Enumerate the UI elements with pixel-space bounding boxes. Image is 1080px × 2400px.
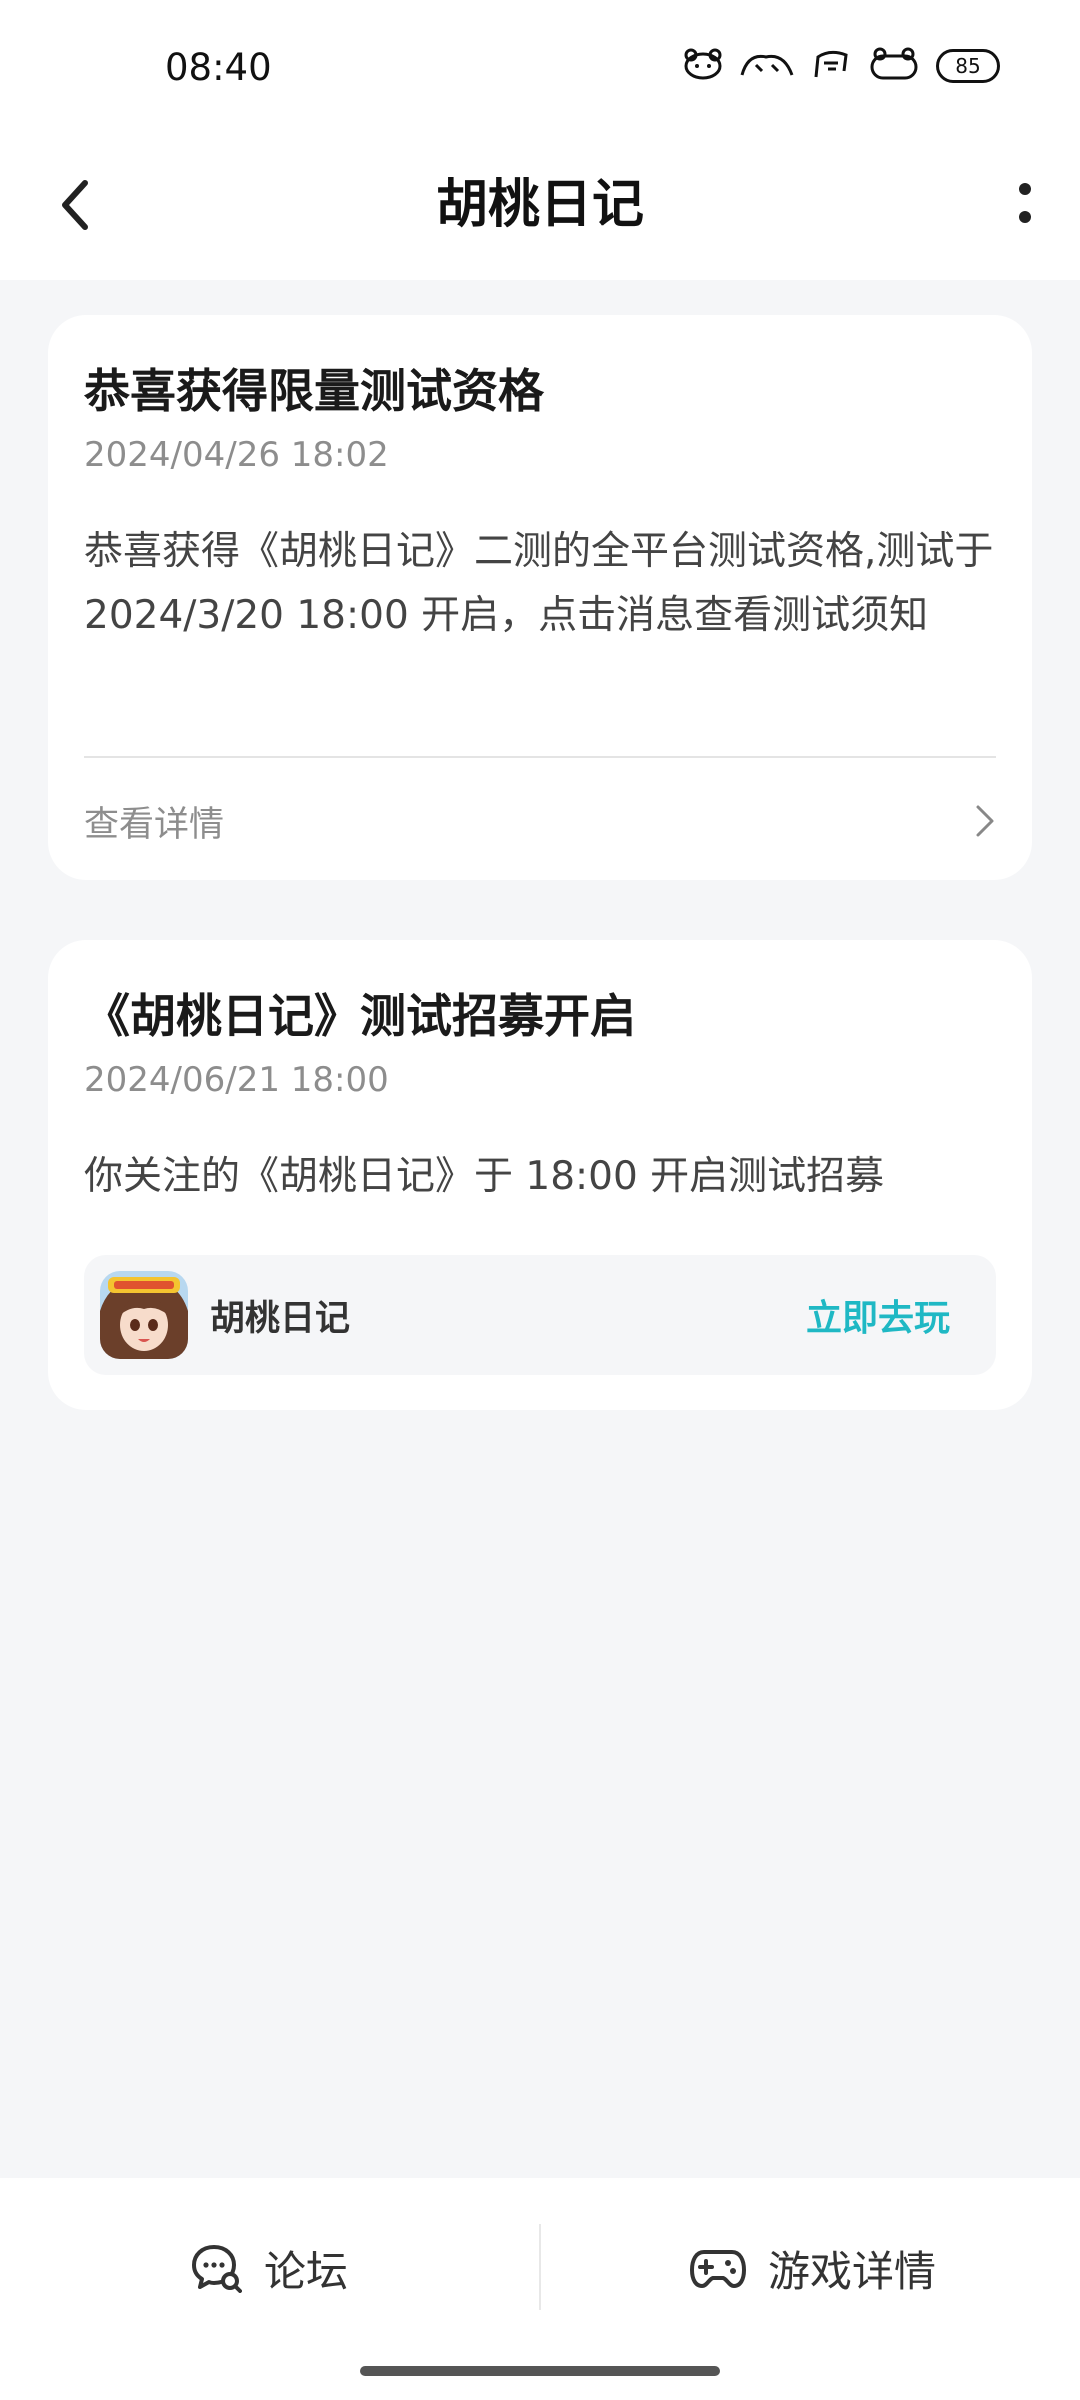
- game-detail-tab[interactable]: 游戏详情: [690, 2218, 936, 2318]
- forum-label: 论坛: [264, 2246, 349, 2296]
- bottom-action-bar: 论坛 游戏详情: [0, 2178, 1080, 2400]
- message-time: 2024/06/21 18:00: [84, 1060, 389, 1100]
- home-indicator[interactable]: [360, 2366, 720, 2376]
- gamepad-icon: [690, 2250, 746, 2288]
- status-time: 08:40: [165, 46, 272, 89]
- game-name: 胡桃日记: [210, 1298, 351, 1339]
- notification-app-icon: [866, 46, 922, 86]
- battery-indicator: 85: [936, 49, 1000, 83]
- divider: [539, 2224, 541, 2310]
- chat-bubble-icon: [192, 2245, 242, 2293]
- notification-app-icon: [810, 47, 852, 85]
- message-title: 恭喜获得限量测试资格: [84, 364, 544, 418]
- notification-app-icon: [738, 47, 796, 85]
- view-details-link[interactable]: 查看详情: [84, 781, 996, 861]
- message-card[interactable]: 《胡桃日记》测试招募开启 2024/06/21 18:00 你关注的《胡桃日记》…: [48, 940, 1032, 1410]
- message-time: 2024/04/26 18:02: [84, 435, 389, 475]
- message-body: 你关注的《胡桃日记》于 18:00 开启测试招募: [84, 1154, 885, 1199]
- more-vertical-icon: [1019, 183, 1031, 223]
- page-title: 胡桃日记: [435, 175, 644, 235]
- play-now-button[interactable]: 立即去玩: [806, 1289, 950, 1341]
- status-bar: 08:40 85: [0, 0, 1080, 130]
- forum-tab[interactable]: 论坛: [190, 2218, 348, 2318]
- message-card[interactable]: 恭喜获得限量测试资格 2024/04/26 18:02 恭喜获得《胡桃日记》二测…: [48, 315, 1032, 880]
- top-nav: 胡桃日记: [0, 130, 1080, 280]
- status-icons: 85: [682, 44, 1000, 88]
- message-title: 《胡桃日记》测试招募开启: [84, 989, 636, 1043]
- message-body: 恭喜获得《胡桃日记》二测的全平台测试资格,测试于 2024/3/20 18:00…: [84, 529, 994, 638]
- divider: [84, 756, 996, 758]
- notification-app-icon: [682, 47, 724, 85]
- view-details-label: 查看详情: [84, 804, 225, 845]
- game-avatar-icon: [100, 1271, 188, 1359]
- more-options-button[interactable]: [990, 170, 1060, 240]
- game-entry[interactable]: 胡桃日记 立即去玩: [84, 1255, 996, 1375]
- chevron-right-icon: [976, 805, 994, 837]
- game-detail-label: 游戏详情: [768, 2246, 937, 2296]
